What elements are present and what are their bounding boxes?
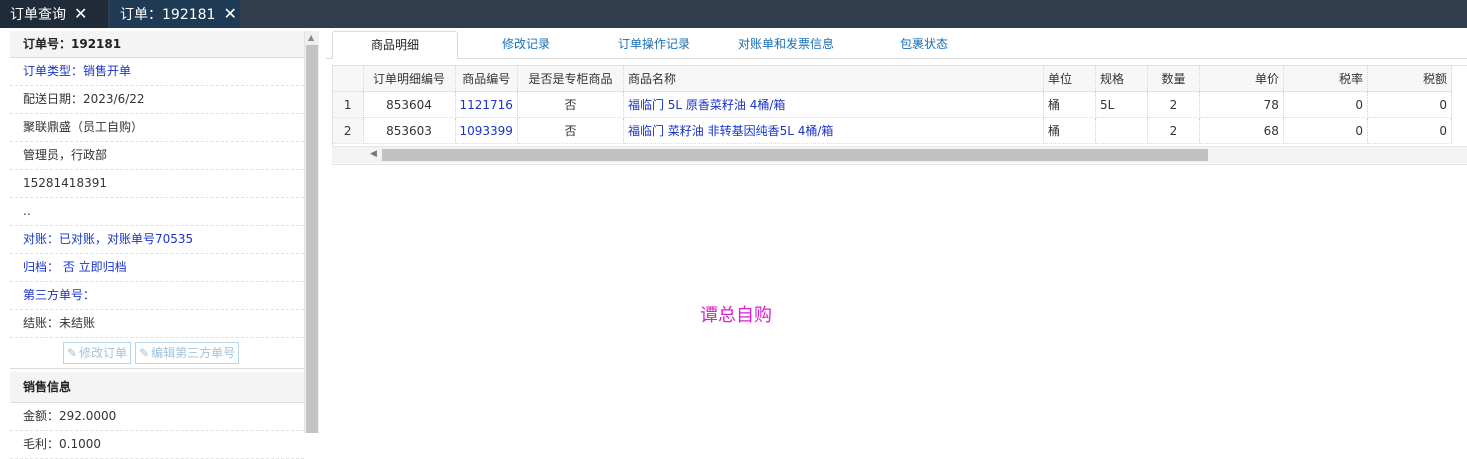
tab-product-details[interactable]: 商品明细: [332, 31, 458, 59]
order-info-panel: 订单号：192181 订单类型：销售开单 配送日期：2023/6/22 聚联鼎盛（员…: [10, 31, 305, 459]
row-number: 1: [333, 91, 364, 118]
scrollbar-thumb[interactable]: [382, 149, 1208, 161]
table-cell: 2: [1147, 117, 1200, 144]
table-cell: 78: [1199, 91, 1284, 118]
tab-package-status[interactable]: 包裹状态: [874, 31, 974, 57]
scroll-left-icon[interactable]: ◀: [370, 149, 377, 159]
table-cell: 853603: [363, 117, 456, 144]
table-cell: 0: [1283, 117, 1368, 144]
tab-statement-invoice[interactable]: 对账单和发票信息: [726, 31, 846, 57]
column-header[interactable]: 税额: [1367, 66, 1452, 92]
edit-order-label: 修改订单: [79, 346, 128, 360]
table-cell: 否: [517, 117, 624, 144]
column-header[interactable]: 订单明细编号: [363, 66, 456, 92]
table-cell: 桶: [1043, 91, 1096, 118]
row-number: 2: [333, 117, 364, 144]
column-header[interactable]: 单价: [1199, 66, 1284, 92]
table-cell: 0: [1367, 91, 1452, 118]
order-info-row[interactable]: 第三方单号：: [10, 282, 304, 310]
table-row[interactable]: 2 853603 1093399 否福临门 菜籽油 非转基因纯香5L 4桶/箱桶 2 68…: [333, 117, 1452, 144]
order-info-row[interactable]: 订单类型：销售开单: [10, 58, 304, 86]
close-icon[interactable]: ✕: [223, 6, 236, 22]
order-action-buttons: ✎ 修改订单 ✎ 编辑第三方单号: [10, 338, 304, 369]
amount-row: 金额：292.0000: [10, 403, 304, 431]
window-tab-order-detail[interactable]: 订单：192181 ✕: [110, 0, 240, 28]
table-cell: 桶: [1043, 117, 1096, 144]
table-cell: 否: [517, 91, 624, 118]
edit-order-button[interactable]: ✎ 修改订单: [63, 342, 132, 364]
product-code-link[interactable]: 1121716: [455, 91, 518, 118]
window-tab-label: 订单查询: [10, 7, 66, 23]
order-detail-content: 商品明细 修改记录 订单操作记录 对账单和发票信息 包裹状态 订单明细编号 商品编…: [326, 31, 1467, 433]
scroll-up-icon[interactable]: ▲: [308, 33, 314, 42]
window-tab-order-query[interactable]: 订单查询 ✕: [0, 0, 108, 28]
column-header[interactable]: 商品编号: [455, 66, 518, 92]
table-cell: 0: [1367, 117, 1452, 144]
note-text: 谭总自购: [700, 305, 772, 326]
edit-icon: ✎: [139, 346, 150, 360]
table-cell: [1095, 117, 1148, 144]
order-info-row: ..: [10, 198, 304, 226]
column-header[interactable]: 商品名称: [623, 66, 1044, 92]
window-tab-label: 订单：192181: [120, 7, 216, 23]
scrollbar-thumb[interactable]: [306, 45, 318, 433]
partial-row: 毛利：0.1000: [10, 431, 304, 459]
column-header[interactable]: 规格: [1095, 66, 1148, 92]
edit-third-party-label: 编辑第三方单号: [151, 346, 236, 360]
table-row[interactable]: 1 853604 1121716 否福临门 5L 原香菜籽油 4桶/箱桶 5L 2 78 0 0: [333, 91, 1452, 118]
order-number-header: 订单号：192181: [10, 31, 304, 58]
edit-icon: ✎: [67, 346, 78, 360]
order-info-row: 15281418391: [10, 170, 304, 198]
table-cell: 5L: [1095, 91, 1148, 118]
table-cell: 853604: [363, 91, 456, 118]
product-table: 订单明细编号 商品编号 是否是专柜商品 商品名称 单位 规格 数量 单价 税率 税额 1 85360…: [333, 66, 1452, 144]
edit-third-party-number-button[interactable]: ✎ 编辑第三方单号: [135, 342, 240, 364]
column-header[interactable]: 数量: [1147, 66, 1200, 92]
product-name-link[interactable]: 福临门 5L 原香菜籽油 4桶/箱: [623, 91, 1044, 118]
column-header[interactable]: 是否是专柜商品: [517, 66, 624, 92]
left-panel-scrollbar[interactable]: ▲: [305, 31, 319, 433]
window-tab-bar: 订单查询 ✕ 订单：192181 ✕: [0, 0, 1467, 28]
order-info-row[interactable]: 归档： 否 立即归档: [10, 254, 304, 282]
order-info-row: 结账：未结账: [10, 310, 304, 338]
product-code-link[interactable]: 1093399: [455, 117, 518, 144]
table-horizontal-scrollbar[interactable]: ◀: [332, 146, 1467, 163]
table-cell: 2: [1147, 91, 1200, 118]
table-header-row: 订单明细编号 商品编号 是否是专柜商品 商品名称 单位 规格 数量 单价 税率 税额: [333, 66, 1452, 92]
sales-info-header: 销售信息: [10, 372, 304, 403]
close-icon[interactable]: ✕: [74, 6, 87, 22]
order-info-row: 聚联鼎盛（员工自购）: [10, 114, 304, 142]
tab-order-operation-records[interactable]: 订单操作记录: [594, 31, 714, 57]
order-info-row: 配送日期：2023/6/22: [10, 86, 304, 114]
table-cell: 68: [1199, 117, 1284, 144]
order-info-row: 管理员，行政部: [10, 142, 304, 170]
column-header[interactable]: 税率: [1283, 66, 1368, 92]
column-header[interactable]: 单位: [1043, 66, 1096, 92]
table-cell: 0: [1283, 91, 1368, 118]
order-info-row[interactable]: 对账：已对账，对账单号70535: [10, 226, 304, 254]
column-header[interactable]: [333, 66, 364, 92]
detail-tabs: 商品明细 修改记录 订单操作记录 对账单和发票信息 包裹状态: [326, 31, 1467, 59]
tab-modification-records[interactable]: 修改记录: [476, 31, 576, 57]
product-name-link[interactable]: 福临门 菜籽油 非转基因纯香5L 4桶/箱: [623, 117, 1044, 144]
